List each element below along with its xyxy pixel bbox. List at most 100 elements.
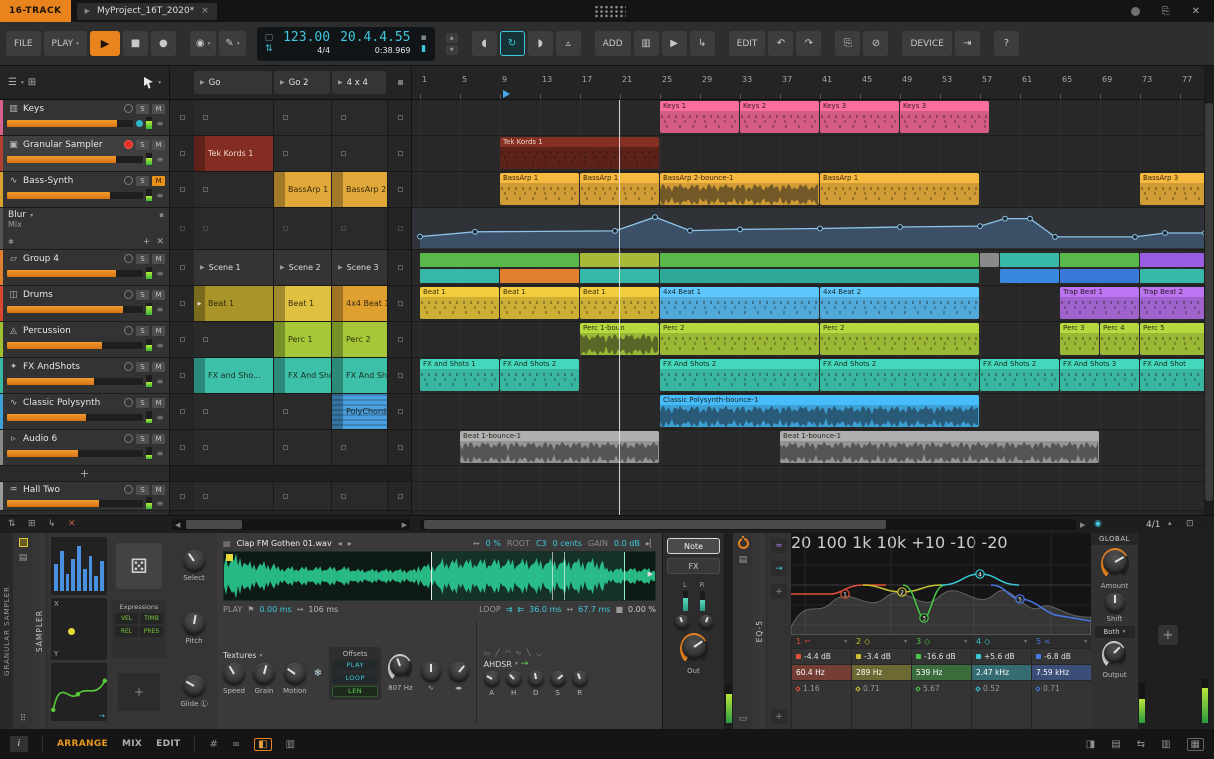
track-list-menu-icon[interactable]: ☰ (8, 77, 17, 88)
track-volume-fader[interactable] (7, 449, 143, 457)
solo-button[interactable]: S (136, 433, 149, 444)
browser-toggle-icon[interactable]: ▤ (1111, 739, 1120, 750)
play-start-value[interactable]: 0.00 ms (259, 605, 291, 614)
clip-slot[interactable]: BassArp 2 (332, 172, 388, 207)
note-chain-tab[interactable]: Note (667, 538, 720, 554)
solo-button[interactable]: S (136, 397, 149, 408)
track-header-drums[interactable]: ◫ Drums S M ≡ (0, 286, 169, 322)
mod-route-icon[interactable]: → (99, 712, 105, 720)
track-menu-icon[interactable]: ≡ (155, 305, 165, 314)
playhead[interactable] (619, 100, 620, 515)
band-q-value[interactable]: 0.71 (1032, 680, 1091, 696)
vertical-scrollbar-thumb[interactable] (1205, 103, 1213, 501)
xy-modulator[interactable]: X Y (51, 598, 107, 660)
track-menu-icon[interactable]: ≡ (155, 269, 165, 278)
play-button[interactable]: ▶ (89, 31, 120, 56)
clip-stop-button[interactable] (170, 394, 194, 429)
band-q-value[interactable]: 5.67 (912, 680, 971, 696)
clip-stop-button[interactable] (170, 358, 194, 393)
clip-slot[interactable]: 4x4 Beat 1 (332, 286, 388, 321)
band-q-value[interactable]: 0.52 (972, 680, 1031, 696)
add-track-button[interactable]: + (80, 467, 89, 480)
offset-len-button[interactable]: LEN (332, 685, 379, 697)
tab-close-icon[interactable]: × (201, 6, 209, 16)
automation-write-button[interactable]: ◉ ▾ (189, 31, 217, 56)
track-header-keys[interactable]: ▥ Keys S M ≡ (0, 100, 169, 136)
record-arm-button[interactable] (124, 398, 133, 407)
fade-handle[interactable] (226, 554, 233, 561)
device-menu-button[interactable]: DEVICE (902, 31, 952, 56)
record-arm-button[interactable] (124, 290, 133, 299)
vel-button[interactable]: VEL (115, 613, 138, 624)
track-header-classic-polysynth[interactable]: ∿ Classic Polysynth S M ≡ (0, 394, 169, 430)
project-tab[interactable]: ▶ MyProject_16T_2020* × (76, 2, 217, 20)
mute-button[interactable]: M (152, 175, 165, 186)
solo-button[interactable]: S (136, 103, 149, 114)
window-restore-icon[interactable]: ⎘ (1162, 6, 1170, 17)
empty-clip-slot[interactable] (194, 100, 274, 135)
clip-slot[interactable]: FX And Sho... (274, 358, 332, 393)
track-name[interactable]: Percussion (23, 326, 121, 336)
stop-all-scenes-button[interactable] (397, 80, 403, 85)
grain-knob[interactable] (253, 663, 275, 685)
scene-stop-button[interactable] (388, 394, 411, 429)
add-device-button[interactable]: + (1158, 625, 1178, 645)
release-knob[interactable] (571, 671, 588, 687)
mixer-toggle-icon[interactable]: ▦ (1186, 737, 1204, 751)
stretch-amount[interactable]: 0 % (486, 539, 501, 548)
add-modulator-button[interactable]: + (771, 584, 787, 599)
arranger-clip[interactable]: FX And Shots 2 (820, 359, 979, 391)
automation-curve[interactable] (412, 208, 1204, 250)
solo-button[interactable]: S (136, 484, 149, 495)
mixer-strip-button[interactable]: ▥ (633, 31, 659, 56)
link-icon[interactable]: ∞ (232, 739, 240, 750)
root-note[interactable]: C3 (536, 539, 547, 548)
track-menu-icon[interactable]: ≡ (155, 413, 165, 422)
band-freq-value[interactable]: 60.4 Hz (792, 664, 851, 680)
clip-play-button[interactable] (194, 358, 205, 393)
band-gain-value[interactable]: -4.4 dB (792, 648, 851, 664)
file-menu-button[interactable]: FILE (6, 31, 41, 56)
track-name[interactable]: Group 4 (23, 254, 121, 264)
group-clip-segment[interactable] (1060, 269, 1139, 283)
arranger-clip[interactable]: Beat 1 (420, 287, 499, 319)
fit-view-icon[interactable]: ⊡ (1186, 519, 1194, 529)
track-header-bass-synth[interactable]: ∿ Bass-Synth S M ≡ (0, 172, 169, 208)
band-freq-value[interactable]: 7.59 kHz (1032, 664, 1091, 680)
clip-play-button[interactable] (274, 358, 285, 393)
time-signature[interactable]: 4/4 (317, 46, 330, 55)
offset-play-button[interactable]: PLAY (332, 659, 379, 671)
record-arm-button[interactable] (124, 485, 133, 494)
group-clip-segment[interactable] (660, 253, 979, 267)
clip-stop-button[interactable] (170, 250, 194, 285)
undo-button[interactable]: ↶ (768, 31, 794, 56)
empty-clip-slot[interactable] (194, 394, 274, 429)
select-knob[interactable] (183, 550, 205, 572)
arranger-clip[interactable]: Perc 3 (1060, 323, 1099, 355)
arranger-timeline[interactable]: Keys 1 Keys 2 Keys 3 Keys 3 Tek Kords 1 BassA… (412, 100, 1204, 515)
clip-stop-button[interactable] (170, 286, 194, 321)
clip-stop-button[interactable] (170, 208, 194, 249)
track-header-blur[interactable]: Blur ▾ ▪ Mix ✱ + ✕ (0, 208, 169, 250)
clip-slot[interactable]: Beat 1 (274, 286, 332, 321)
redo-button[interactable]: ↷ (796, 31, 822, 56)
scene-stop-button[interactable] (388, 358, 411, 393)
punch-out-button[interactable]: ◗ (527, 31, 553, 56)
launcher-grid-icon[interactable]: ⊞ (28, 77, 36, 88)
prev-sample-icon[interactable]: ◂ (338, 539, 342, 548)
sync-launcher-icon[interactable]: ⇅ (8, 519, 16, 529)
band-gain-value[interactable]: +5.6 dB (972, 648, 1031, 664)
arranger-clip[interactable]: FX And Shot (1140, 359, 1204, 391)
shift-knob[interactable] (1104, 593, 1125, 613)
arranger-scrollbar-thumb[interactable] (424, 520, 886, 529)
track-volume-fader[interactable] (7, 413, 143, 421)
track-volume-fader[interactable] (7, 119, 133, 127)
clip-play-button[interactable] (194, 136, 205, 171)
scene-stop-button[interactable] (388, 208, 411, 249)
attack-knob[interactable] (483, 671, 500, 687)
clip-stop-button[interactable] (170, 482, 194, 510)
overdub-button[interactable]: ✎ ▾ (219, 31, 246, 56)
rel-button[interactable]: REL (115, 626, 138, 637)
mute-button[interactable]: M (152, 103, 165, 114)
track-menu-icon[interactable]: ≡ (155, 155, 165, 164)
